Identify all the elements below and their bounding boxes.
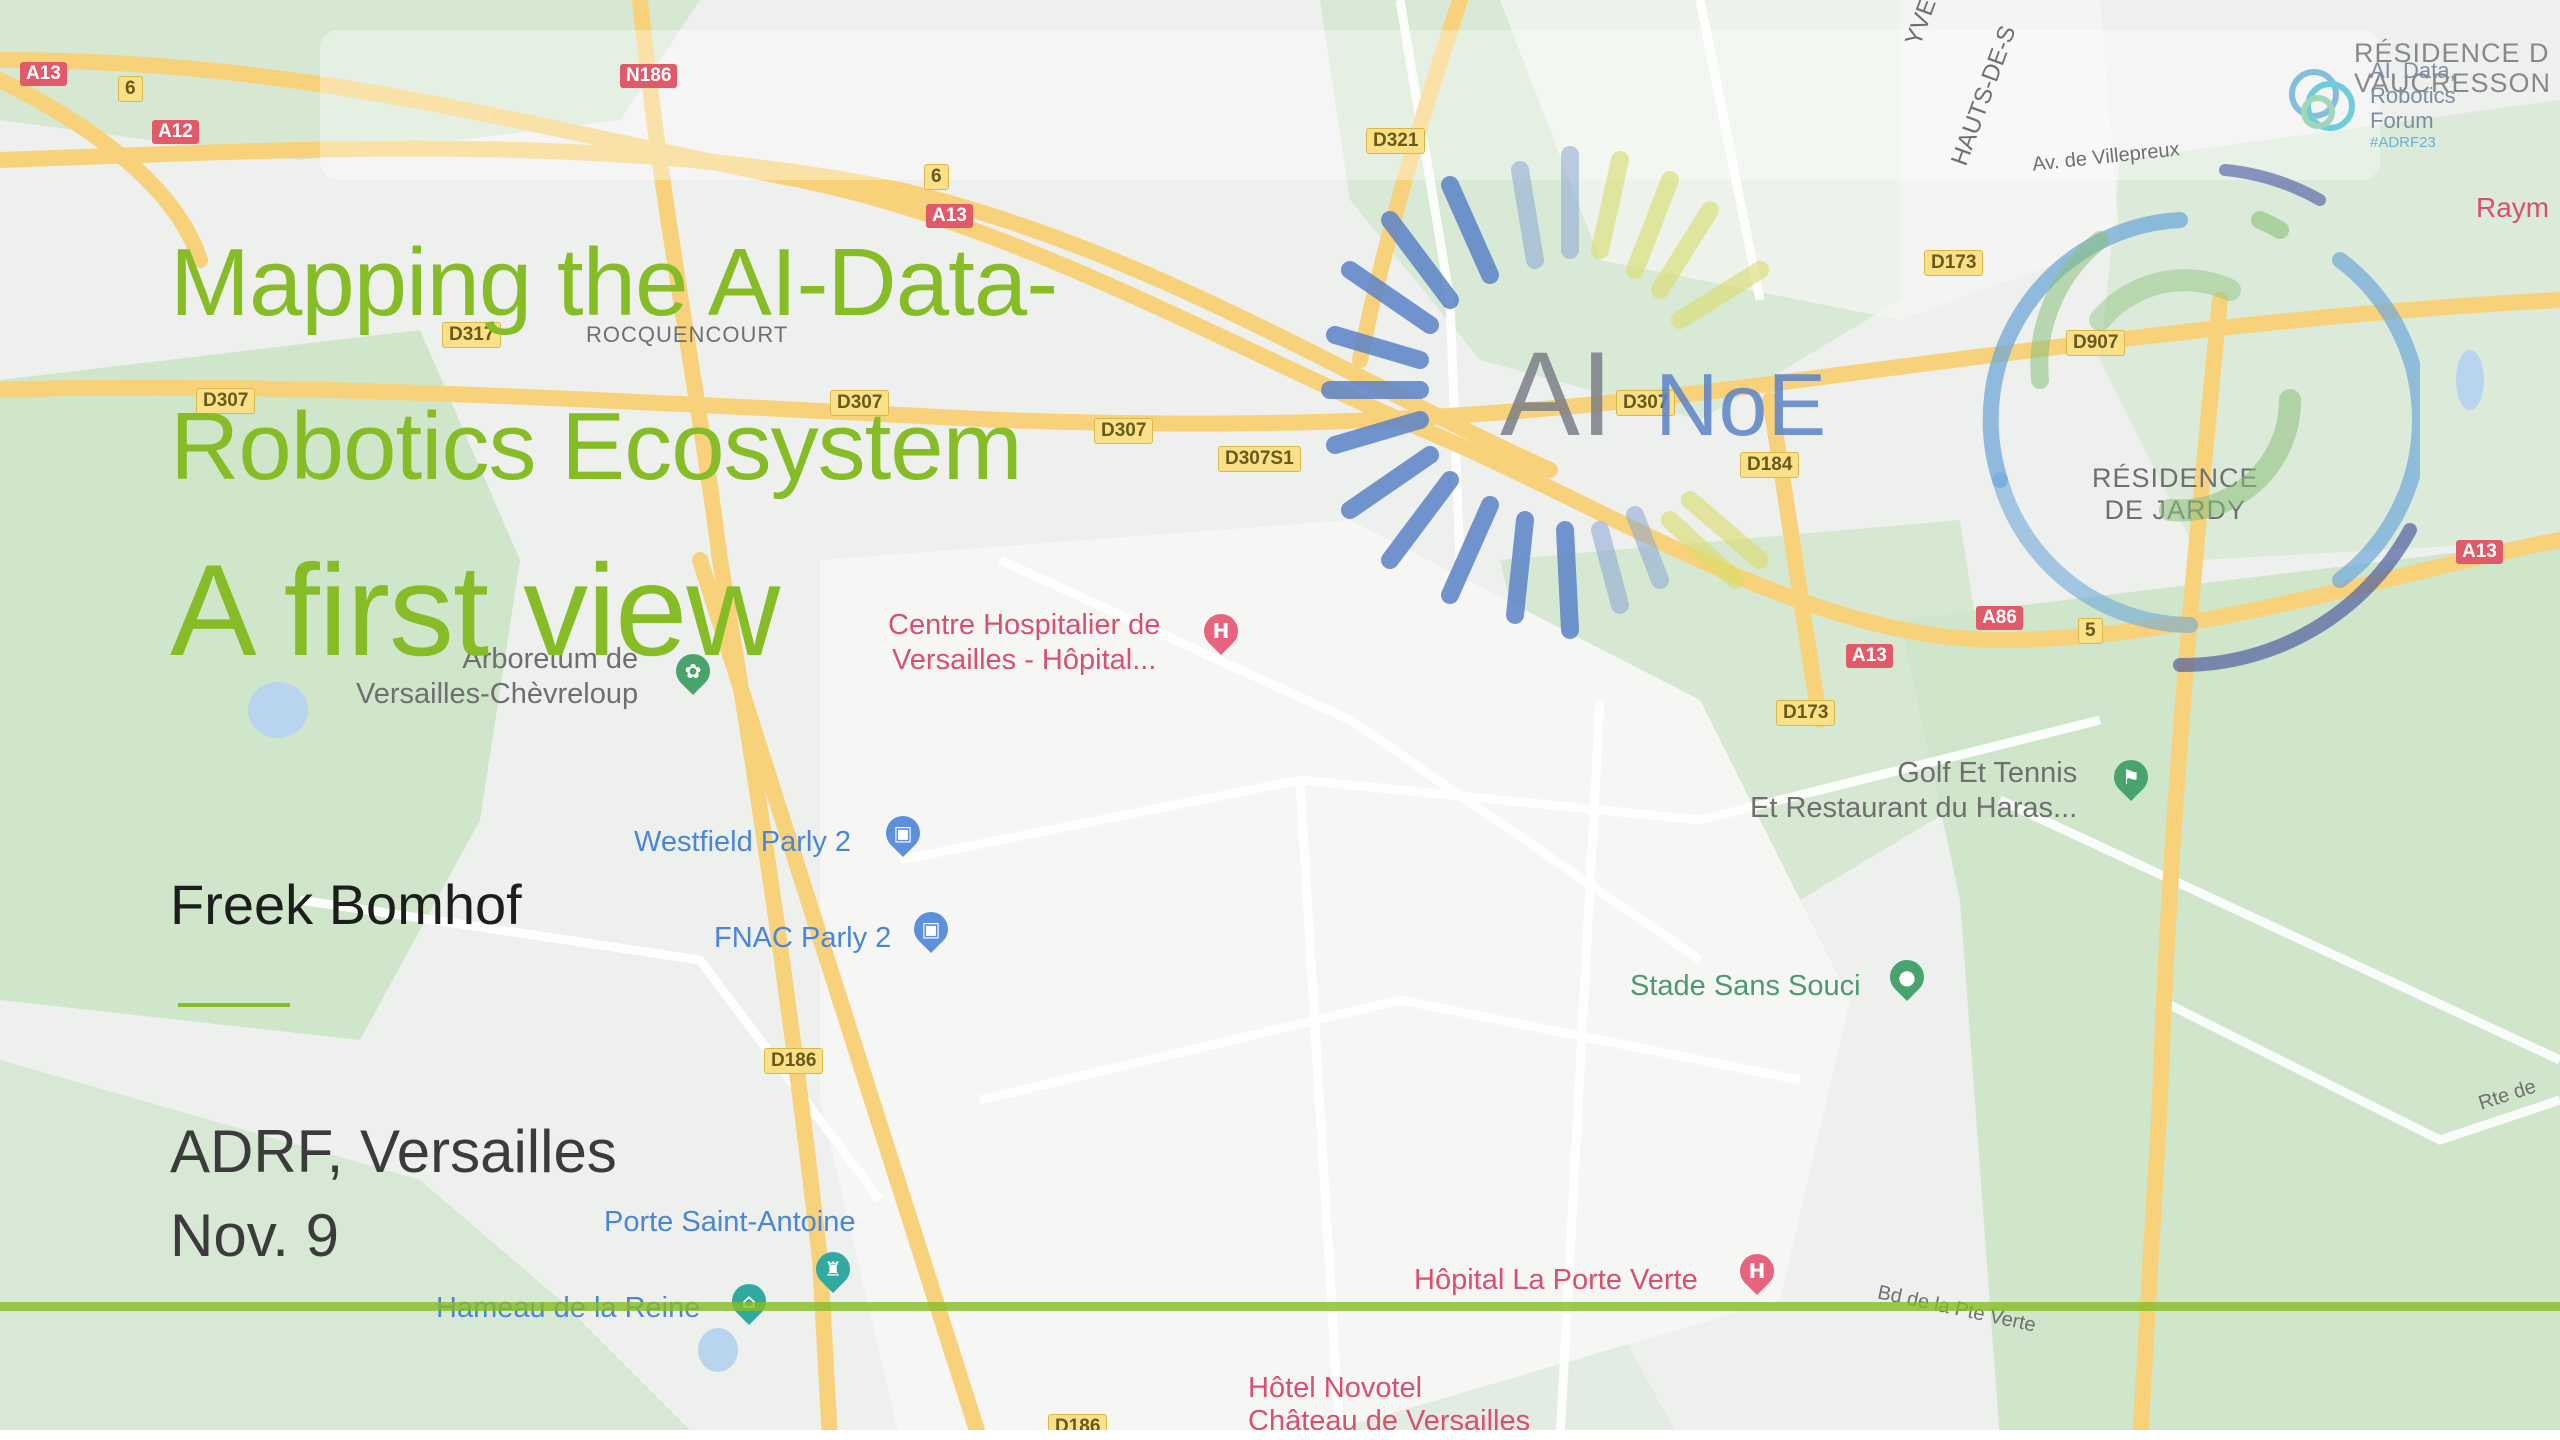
adrf-swirl-icon [2289, 69, 2355, 131]
adrf-logo-line3: Forum [2370, 108, 2434, 133]
landmark-pin-icon[interactable]: ♜ [808, 1244, 858, 1294]
poi-golf-tennis-line2: Et Restaurant du Haras... [1750, 792, 2078, 824]
poi-westfield-parly2[interactable]: Westfield Parly 2 [634, 826, 851, 859]
road-badge-d307: D307 [1094, 418, 1154, 444]
road-badge-d173: D173 [1776, 700, 1836, 726]
poi-fnac-parly2[interactable]: FNAC Parly 2 [714, 922, 891, 955]
slide-venue-line1: ADRF, Versailles [170, 1118, 617, 1185]
map-label-raym: Raym [2476, 192, 2550, 223]
ainoe-noe-text: NoE [1655, 355, 1826, 454]
hospital-pin-icon[interactable]: H [1732, 1246, 1782, 1296]
road-badge-d186: D186 [764, 1048, 824, 1074]
slide-title-line1: Mapping the AI-Data- [170, 229, 1058, 336]
poi-hospital-versailles-line1: Centre Hospitalier de [888, 609, 1161, 641]
slide-title-line2: Robotics Ecosystem [170, 393, 1023, 500]
ring-logo-icon [1982, 164, 2420, 673]
road-badge-6: 6 [118, 76, 143, 102]
road-badge-a13: A13 [926, 204, 973, 228]
poi-golf-tennis[interactable]: Golf Et Tennis Et Restaurant du Haras... [1750, 756, 2077, 826]
adrf-logo-line2: Robotics [2370, 83, 2456, 108]
poi-hotel-novotel-line1: Hôtel Novotel [1248, 1372, 1423, 1404]
sports-pin-icon[interactable]: ⚑ [2106, 752, 2156, 802]
ainoe-ai-text: AI [1500, 327, 1613, 461]
poi-stade-sans-souci[interactable]: Stade Sans Souci [1630, 970, 1861, 1003]
landmark-pin-icon[interactable]: ⌂ [724, 1276, 774, 1326]
adrf-logo-text: AI, Data, Robotics Forum [2370, 58, 2456, 133]
bottom-white-strip [0, 1430, 2560, 1440]
slide-venue-line2: Nov. 9 [170, 1202, 339, 1269]
road-badge-6: 6 [924, 164, 949, 190]
poi-hotel-novotel[interactable]: Hôtel Novotel Château de Versailles [1248, 1372, 1530, 1438]
hospital-pin-icon[interactable]: H [1196, 606, 1246, 656]
shopping-pin-icon[interactable]: ▣ [906, 904, 956, 954]
road-badge-a12: A12 [152, 120, 199, 144]
poi-hopital-porte-verte[interactable]: Hôpital La Porte Verte [1414, 1264, 1698, 1297]
road-badge-d307s1: D307S1 [1218, 446, 1301, 472]
road-badge-d173: D173 [1924, 250, 1984, 276]
stadium-pin-icon[interactable]: ● [1882, 952, 1932, 1002]
poi-hospital-versailles[interactable]: Centre Hospitalier de Versailles - Hôpit… [888, 608, 1160, 678]
slide: ROCQUENCOURT RÉSIDENCE DE JARDY RÉSIDENC… [0, 0, 2560, 1440]
poi-hospital-versailles-line2: Versailles - Hôpital... [892, 644, 1157, 676]
shopping-pin-icon[interactable]: ▣ [878, 808, 928, 858]
slide-subtitle: A first view [170, 537, 780, 683]
bottom-accent-bar [0, 1302, 2560, 1311]
adrf-logo-hashtag: #ADRF23 [2370, 134, 2436, 151]
slide-venue: ADRF, Versailles Nov. 9 [170, 1110, 617, 1278]
road-badge-a13: A13 [2456, 540, 2503, 564]
road-badge-a13: A13 [20, 62, 67, 86]
adrf-logo-line1: AI, Data, [2370, 58, 2456, 83]
poi-golf-tennis-line1: Golf Et Tennis [1897, 757, 2078, 789]
accent-divider [178, 1003, 290, 1007]
slide-author: Freek Bomhof [170, 873, 522, 936]
ainoe-logo: AI NoE [1321, 146, 1826, 639]
road-badge-n186: N186 [620, 64, 678, 88]
poi-porte-saint-antoine[interactable]: Porte Saint-Antoine [604, 1206, 855, 1239]
